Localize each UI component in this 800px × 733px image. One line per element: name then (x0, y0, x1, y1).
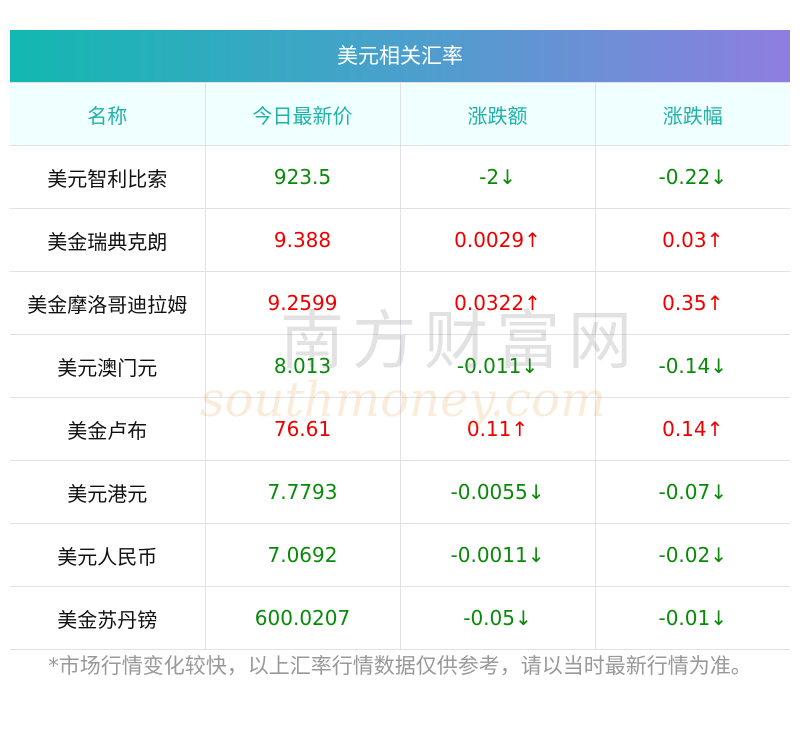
percent-cell: -0.02↓ (594, 523, 790, 587)
percent-cell: 0.35↑ (594, 271, 790, 335)
price-cell: 9.2599 (204, 271, 401, 335)
change-cell: 0.0322↑ (399, 271, 596, 335)
currency-name: 美元人民币 (10, 523, 206, 587)
table-row: 美金卢布 76.61 0.11↑ 0.14↑ (10, 397, 790, 461)
currency-name: 美元澳门元 (10, 334, 206, 398)
percent-cell: -0.01↓ (594, 586, 790, 650)
change-cell: 0.11↑ (399, 397, 596, 461)
disclaimer-text: *市场行情变化较快，以上汇率行情数据仅供参考，请以当时最新行情为准。 (48, 654, 752, 678)
column-header-change: 涨跌额 (399, 82, 596, 146)
table-row: 美元智利比索 923.5 -2↓ -0.22↓ (10, 145, 790, 209)
change-cell: 0.0029↑ (399, 208, 596, 272)
price-cell: 7.7793 (204, 460, 401, 524)
percent-cell: 0.03↑ (594, 208, 790, 272)
change-cell: -0.0055↓ (399, 460, 596, 524)
price-cell: 600.0207 (204, 586, 401, 650)
table-row: 美金苏丹镑 600.0207 -0.05↓ -0.01↓ (10, 586, 790, 650)
currency-name: 美元港元 (10, 460, 206, 524)
price-cell: 923.5 (204, 145, 401, 209)
percent-cell: -0.07↓ (594, 460, 790, 524)
price-cell: 76.61 (204, 397, 401, 461)
currency-name: 美金苏丹镑 (10, 586, 206, 650)
column-header-name: 名称 (10, 82, 206, 146)
currency-name: 美金瑞典克朗 (10, 208, 206, 272)
percent-cell: -0.22↓ (594, 145, 790, 209)
table-row: 美元澳门元 8.013 -0.011↓ -0.14↓ (10, 334, 790, 398)
exchange-rate-table-panel: 美元相关汇率 名称 今日最新价 涨跌额 涨跌幅 美元智利比索 923.5 -2↓ -0… (10, 30, 790, 650)
price-cell: 9.388 (204, 208, 401, 272)
column-header-price: 今日最新价 (204, 82, 401, 146)
price-cell: 8.013 (204, 334, 401, 398)
percent-cell: 0.14↑ (594, 397, 790, 461)
table-row: 美元港元 7.7793 -0.0055↓ -0.07↓ (10, 460, 790, 524)
currency-name: 美金卢布 (10, 397, 206, 461)
table-row: 美金摩洛哥迪拉姆 9.2599 0.0322↑ 0.35↑ (10, 271, 790, 335)
currency-name: 美金摩洛哥迪拉姆 (10, 271, 206, 335)
price-cell: 7.0692 (204, 523, 401, 587)
change-cell: -0.05↓ (399, 586, 596, 650)
change-cell: -2↓ (399, 145, 596, 209)
column-header-row: 名称 今日最新价 涨跌额 涨跌幅 (10, 82, 790, 146)
currency-name: 美元智利比索 (10, 145, 206, 209)
change-cell: -0.0011↓ (399, 523, 596, 587)
table-row: 美元人民币 7.0692 -0.0011↓ -0.02↓ (10, 523, 790, 587)
table-title: 美元相关汇率 (10, 30, 790, 82)
percent-cell: -0.14↓ (594, 334, 790, 398)
change-cell: -0.011↓ (399, 334, 596, 398)
exchange-rate-table: 名称 今日最新价 涨跌额 涨跌幅 美元智利比索 923.5 -2↓ -0.22↓ 美金瑞… (10, 82, 790, 650)
column-header-percent: 涨跌幅 (594, 82, 790, 146)
table-row: 美金瑞典克朗 9.388 0.0029↑ 0.03↑ (10, 208, 790, 272)
